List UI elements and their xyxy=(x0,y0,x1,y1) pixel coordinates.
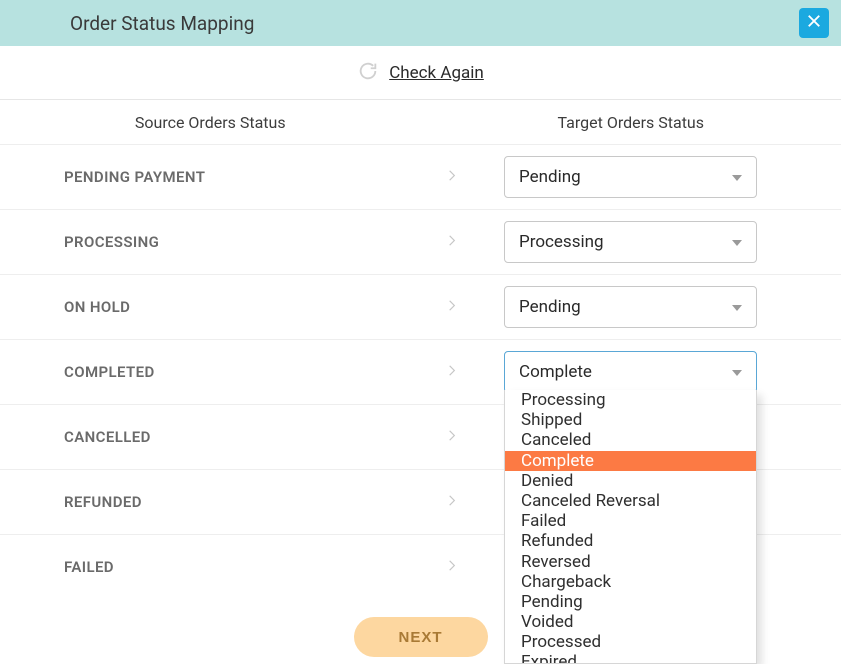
source-status-label: REFUNDED xyxy=(64,493,454,511)
chevron-right-icon xyxy=(445,233,459,252)
target-status-dropdown[interactable]: ProcessingShippedCanceledCompleteDeniedC… xyxy=(504,390,757,664)
dropdown-option[interactable]: Denied xyxy=(505,471,756,491)
modal-title: Order Status Mapping xyxy=(70,12,254,35)
target-status-select[interactable]: Processing xyxy=(504,221,757,263)
caret-down-icon xyxy=(732,232,742,252)
mapping-row: PROCESSING Processing xyxy=(0,209,841,274)
chevron-right-icon xyxy=(445,493,459,512)
close-button[interactable] xyxy=(799,8,829,38)
source-status-label: PROCESSING xyxy=(64,233,454,251)
source-status-label: ON HOLD xyxy=(64,298,454,316)
source-column-header: Source Orders Status xyxy=(0,113,421,132)
column-headers: Source Orders Status Target Orders Statu… xyxy=(0,100,841,144)
target-status-select[interactable]: Pending xyxy=(504,286,757,328)
dropdown-option[interactable]: Canceled Reversal xyxy=(505,491,756,511)
close-icon xyxy=(805,12,823,34)
dropdown-option[interactable]: Processing xyxy=(505,390,756,410)
dropdown-option[interactable]: Failed xyxy=(505,511,756,531)
check-again-link[interactable]: Check Again xyxy=(389,63,484,83)
select-value: Pending xyxy=(519,167,581,187)
source-status-label: CANCELLED xyxy=(64,428,454,446)
chevron-right-icon xyxy=(445,558,459,577)
dropdown-option[interactable]: Canceled xyxy=(505,430,756,450)
next-button[interactable]: NEXT xyxy=(354,617,488,657)
caret-down-icon xyxy=(732,362,742,382)
dropdown-option[interactable]: Expired xyxy=(505,652,756,664)
dropdown-option[interactable]: Voided xyxy=(505,612,756,632)
dropdown-option[interactable]: Refunded xyxy=(505,531,756,551)
chevron-right-icon xyxy=(445,168,459,187)
target-status-select[interactable]: Pending xyxy=(504,156,757,198)
modal-header: Order Status Mapping xyxy=(0,0,841,46)
dropdown-option[interactable]: Chargeback xyxy=(505,572,756,592)
dropdown-option[interactable]: Processed xyxy=(505,632,756,652)
check-again-row: Check Again xyxy=(0,46,841,100)
chevron-right-icon xyxy=(445,428,459,447)
chevron-right-icon xyxy=(445,363,459,382)
target-column-header: Target Orders Status xyxy=(421,113,841,132)
dropdown-option[interactable]: Complete xyxy=(505,451,756,471)
refresh-icon xyxy=(357,60,379,86)
dropdown-option[interactable]: Shipped xyxy=(505,410,756,430)
select-value: Processing xyxy=(519,232,604,252)
source-status-label: PENDING PAYMENT xyxy=(64,168,454,186)
caret-down-icon xyxy=(732,297,742,317)
target-status-select[interactable]: Complete xyxy=(504,351,757,393)
caret-down-icon xyxy=(732,167,742,187)
select-value: Pending xyxy=(519,297,581,317)
select-value: Complete xyxy=(519,362,592,382)
mapping-row: ON HOLD Pending xyxy=(0,274,841,339)
source-status-label: FAILED xyxy=(64,558,454,576)
dropdown-option[interactable]: Pending xyxy=(505,592,756,612)
chevron-right-icon xyxy=(445,298,459,317)
source-status-label: COMPLETED xyxy=(64,363,454,381)
mapping-row: PENDING PAYMENT Pending xyxy=(0,144,841,209)
dropdown-option[interactable]: Reversed xyxy=(505,552,756,572)
